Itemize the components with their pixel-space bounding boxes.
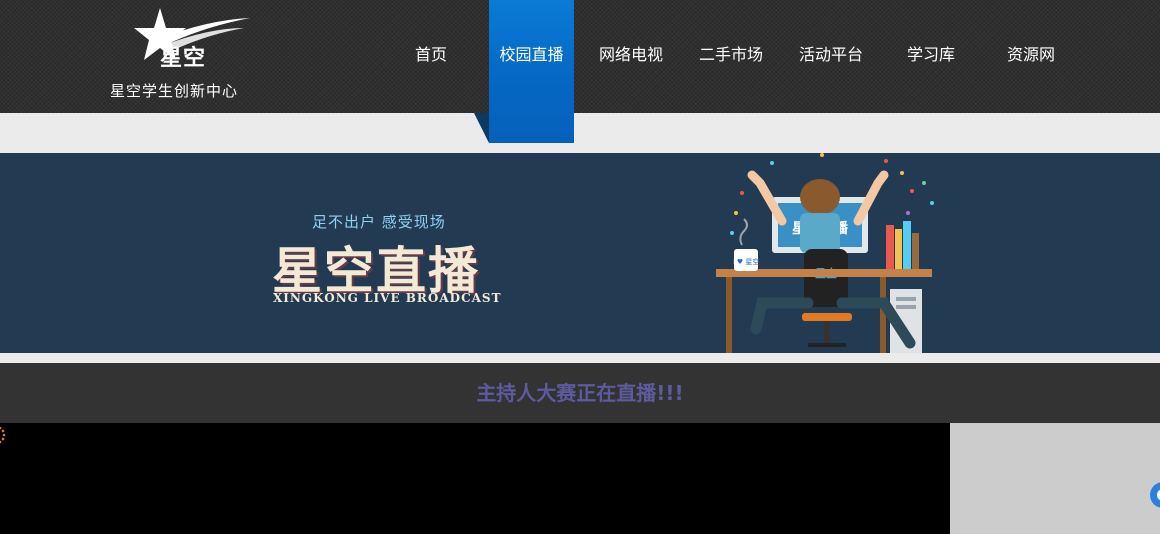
nav-item-second-hand-market[interactable]: 二手市场 [690,0,772,110]
mug-text: I ♥ 星空 [733,257,760,266]
broadcaster-illustration: 星空直播 星空 I ♥ 星空 [716,153,934,353]
loading-spinner-icon [0,426,6,444]
nav-item-campus-live[interactable]: 校园直播 [489,0,574,143]
nav-item-home[interactable]: 首页 [400,0,462,110]
side-panel [950,423,1160,534]
hero-banner: 足不出户 感受现场 星空直播 XINGKONG LIVE BROADCAST 星… [0,153,1160,353]
site-header: 星空 星空学生创新中心 首页 校园直播 网络电视 二手市场 活动平台 学习库 资… [0,0,1160,143]
nav-item-study-library[interactable]: 学习库 [897,0,965,110]
nav-item-label: 学习库 [906,45,955,64]
nav-item-label: 首页 [414,45,447,64]
nav-item-label: 二手市场 [698,45,763,64]
nav-item-label: 资源网 [1006,45,1055,64]
live-stream-title: 主持人大赛正在直播!!! [476,381,684,405]
video-player[interactable] [0,423,950,534]
nav-item-label: 网络电视 [598,45,663,64]
nav-item-network-tv[interactable]: 网络电视 [590,0,672,110]
live-title-bar: 主持人大赛正在直播!!! [0,363,1160,423]
nav-item-activity-platform[interactable]: 活动平台 [790,0,872,110]
active-tab-fold [474,113,489,143]
main-nav: 首页 校园直播 网络电视 二手市场 活动平台 学习库 资源网 [0,0,1160,143]
nav-item-resource-site[interactable]: 资源网 [998,0,1064,110]
banner-english-title: XINGKONG LIVE BROADCAST [273,291,502,305]
banner-subtitle: 足不出户 感受现场 [312,213,446,231]
nav-item-label: 活动平台 [798,45,863,64]
nav-item-label: 校园直播 [499,45,564,64]
